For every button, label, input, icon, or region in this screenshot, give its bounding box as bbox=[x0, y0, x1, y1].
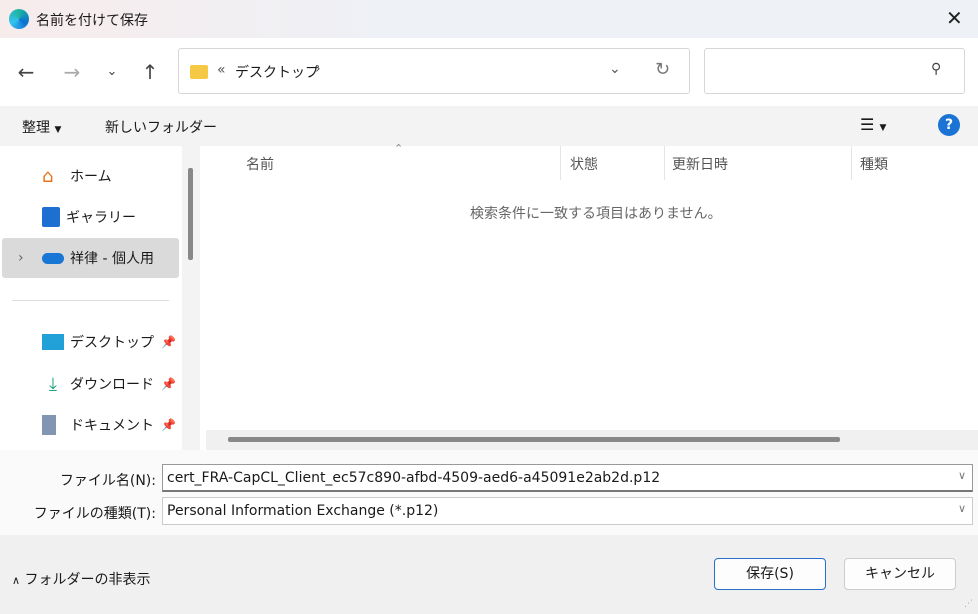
column-header-name[interactable]: 名前 bbox=[246, 154, 274, 174]
filetype-value: Personal Information Exchange (*.p12) bbox=[167, 503, 439, 519]
scrollbar-thumb[interactable] bbox=[228, 437, 840, 442]
hide-folders-button[interactable]: ∧ フォルダーの非表示 bbox=[12, 569, 151, 589]
desktop-icon bbox=[42, 334, 64, 350]
sidebar-item-home[interactable]: ⌂ ホーム bbox=[0, 156, 180, 196]
documents-icon bbox=[42, 415, 56, 435]
divider bbox=[12, 300, 169, 301]
dialog-title: 名前を付けて保存 bbox=[36, 13, 148, 29]
file-list: ⌃ 名前 状態 更新日時 種類 検索条件に一致する項目はありません。 bbox=[200, 142, 978, 450]
sidebar-scrollbar[interactable] bbox=[182, 146, 200, 450]
pin-icon: 📌 bbox=[161, 377, 176, 391]
chevron-right-icon[interactable]: › bbox=[315, 61, 321, 77]
search-icon[interactable]: ⚲ bbox=[931, 61, 941, 77]
close-button[interactable]: ✕ bbox=[946, 6, 963, 30]
help-icon[interactable]: ? bbox=[938, 114, 960, 136]
onedrive-icon bbox=[42, 252, 64, 264]
chevron-down-icon[interactable]: ∨ bbox=[958, 469, 966, 482]
address-bar[interactable]: « デスクトップ › ⌄ ↻ bbox=[178, 48, 690, 94]
hide-folders-label: フォルダーの非表示 bbox=[24, 572, 151, 588]
gallery-icon bbox=[42, 207, 60, 227]
sidebar-item-desktop[interactable]: デスクトップ 📌 bbox=[0, 322, 180, 362]
cancel-button[interactable]: キャンセル bbox=[844, 558, 956, 590]
sidebar-item-documents[interactable]: ドキュメント 📌 bbox=[0, 405, 180, 445]
sidebar-item-label: ギャラリー bbox=[66, 210, 136, 226]
navigation-row: ← → ⌄ ↑ « デスクトップ › ⌄ ↻ ⚲ bbox=[0, 38, 978, 106]
scrollbar-thumb[interactable] bbox=[188, 168, 193, 260]
folder-icon bbox=[190, 65, 208, 79]
organize-label: 整理 bbox=[22, 120, 50, 136]
view-options-button[interactable]: ☰ ▼ bbox=[860, 115, 886, 134]
path-overflow[interactable]: « bbox=[217, 62, 226, 78]
save-button[interactable]: 保存(S) bbox=[714, 558, 826, 590]
column-header-type[interactable]: 種類 bbox=[860, 154, 888, 174]
up-button[interactable]: ↑ bbox=[138, 60, 162, 84]
toolbar: 整理 ▼ 新しいフォルダー ☰ ▼ ? bbox=[0, 106, 978, 146]
column-header-modified[interactable]: 更新日時 bbox=[672, 154, 728, 174]
filename-input[interactable]: cert_FRA-CapCL_Client_ec57c890-afbd-4509… bbox=[162, 464, 973, 492]
filename-label: ファイル名(N): bbox=[59, 473, 156, 489]
column-separator[interactable] bbox=[851, 146, 852, 180]
expand-chevron-icon[interactable]: › bbox=[18, 250, 24, 266]
edge-icon bbox=[9, 9, 29, 29]
address-dropdown-button[interactable]: ⌄ bbox=[609, 61, 621, 77]
sidebar-item-onedrive[interactable]: › 祥律 - 個人用 bbox=[2, 238, 179, 278]
chevron-down-icon[interactable]: ∨ bbox=[958, 502, 966, 515]
new-folder-button[interactable]: 新しいフォルダー bbox=[105, 117, 217, 137]
save-form: ファイル名(N): cert_FRA-CapCL_Client_ec57c890… bbox=[0, 450, 978, 535]
resize-grip-icon[interactable]: ⋰ bbox=[964, 599, 973, 609]
filetype-select[interactable]: Personal Information Exchange (*.p12) ∨ bbox=[162, 497, 973, 525]
sidebar-item-downloads[interactable]: ⤓ ダウンロード 📌 bbox=[0, 364, 180, 404]
horizontal-scrollbar[interactable] bbox=[206, 430, 978, 450]
search-box[interactable]: ⚲ bbox=[704, 48, 965, 94]
sidebar-item-label: ドキュメント bbox=[70, 418, 154, 434]
sidebar-item-label: ホーム bbox=[70, 169, 112, 185]
sidebar-item-label: デスクトップ bbox=[70, 335, 154, 351]
filetype-label: ファイルの種類(T): bbox=[33, 506, 156, 522]
sidebar-item-label: ダウンロード bbox=[70, 377, 154, 393]
refresh-button[interactable]: ↻ bbox=[655, 59, 670, 80]
home-icon: ⌂ bbox=[42, 166, 54, 187]
search-input[interactable] bbox=[711, 59, 921, 75]
pin-icon: 📌 bbox=[161, 418, 176, 432]
sidebar-item-label: 祥律 - 個人用 bbox=[70, 251, 154, 267]
back-button[interactable]: ← bbox=[14, 60, 38, 84]
organize-menu[interactable]: 整理 ▼ bbox=[22, 117, 61, 137]
download-icon: ⤓ bbox=[49, 374, 57, 395]
chevron-up-icon: ∧ bbox=[12, 574, 21, 587]
title-bar: 名前を付けて保存 ✕ bbox=[0, 0, 978, 38]
column-separator[interactable] bbox=[560, 146, 561, 180]
navigation-pane: ⌂ ホーム ギャラリー › 祥律 - 個人用 デスクトップ 📌 ⤓ ダウンロード 📌 ドキ… bbox=[0, 146, 182, 450]
recent-locations-button[interactable]: ⌄ bbox=[100, 60, 124, 84]
column-header-status[interactable]: 状態 bbox=[570, 154, 598, 174]
sidebar-item-gallery[interactable]: ギャラリー bbox=[0, 197, 180, 237]
dialog-footer: ∧ フォルダーの非表示 保存(S) キャンセル ⋰ bbox=[0, 535, 978, 614]
empty-message: 検索条件に一致する項目はありません。 bbox=[470, 206, 722, 222]
breadcrumb-desktop[interactable]: デスクトップ bbox=[235, 62, 319, 82]
pin-icon: 📌 bbox=[161, 335, 176, 349]
sort-indicator-icon: ⌃ bbox=[394, 142, 404, 155]
filename-value: cert_FRA-CapCL_Client_ec57c890-afbd-4509… bbox=[167, 470, 661, 486]
forward-button[interactable]: → bbox=[60, 60, 84, 84]
column-separator[interactable] bbox=[664, 146, 665, 180]
